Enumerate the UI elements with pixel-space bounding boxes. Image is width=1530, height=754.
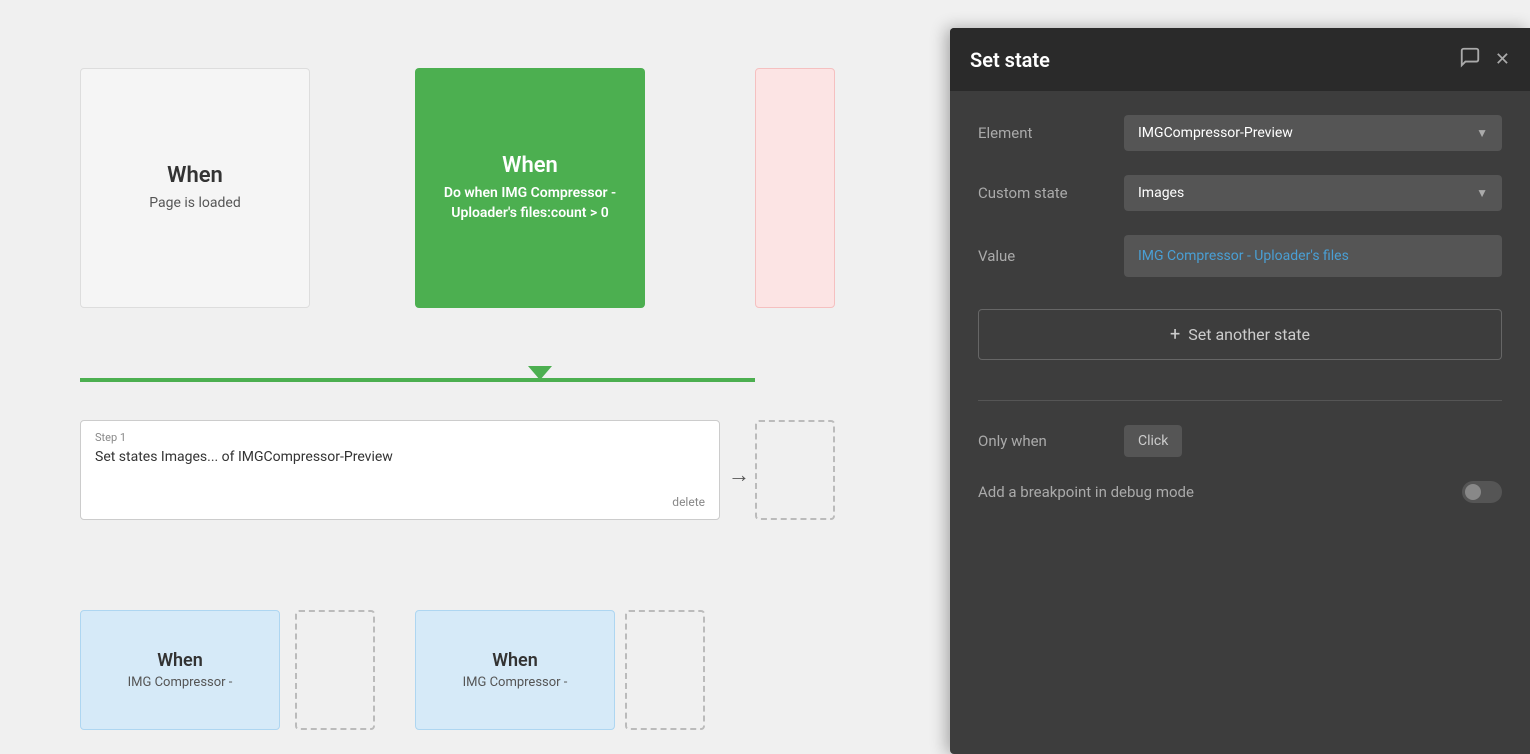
value-field-row: Value IMG Compressor - Uploader's files bbox=[978, 235, 1502, 277]
when-card-partial bbox=[755, 68, 835, 308]
value-text: IMG Compressor - Uploader's files bbox=[1138, 248, 1349, 264]
card-when-label-1: When bbox=[167, 163, 223, 188]
card-desc-1: Page is loaded bbox=[149, 194, 240, 214]
card-desc-2: Do when IMG Compressor - Uploader's file… bbox=[431, 184, 629, 223]
custom-state-dropdown-value: Images bbox=[1138, 185, 1184, 201]
connector-arrow bbox=[528, 366, 552, 380]
element-dropdown-value: IMGCompressor-Preview bbox=[1138, 125, 1293, 141]
element-field-row: Element IMGCompressor-Preview ▼ bbox=[978, 115, 1502, 151]
only-when-value[interactable]: Click bbox=[1124, 425, 1182, 457]
custom-state-label: Custom state bbox=[978, 184, 1108, 202]
panel-header-icons: ✕ bbox=[1459, 46, 1510, 73]
when-card-page-loaded[interactable]: When Page is loaded bbox=[80, 68, 310, 308]
card-bottom-desc-2: IMG Compressor - bbox=[463, 675, 568, 690]
set-another-state-button[interactable]: + Set another state bbox=[978, 309, 1502, 360]
step-arrow-icon: → bbox=[728, 462, 750, 488]
panel-header: Set state ✕ bbox=[950, 28, 1530, 91]
card-bottom-desc-1: IMG Compressor - bbox=[128, 675, 233, 690]
breakpoint-row: Add a breakpoint in debug mode bbox=[978, 481, 1502, 503]
card-bottom-label-2: When bbox=[492, 650, 538, 671]
element-field-label: Element bbox=[978, 124, 1108, 142]
close-icon[interactable]: ✕ bbox=[1495, 49, 1510, 70]
breakpoint-toggle[interactable] bbox=[1462, 481, 1502, 503]
card-when-label-2: When bbox=[502, 153, 558, 178]
dashed-box-bottom-2[interactable] bbox=[625, 610, 705, 730]
panel-title: Set state bbox=[970, 48, 1050, 72]
dashed-box-next-step[interactable] bbox=[755, 420, 835, 520]
only-when-row: Only when Click bbox=[978, 425, 1502, 457]
set-another-state-label: Set another state bbox=[1188, 325, 1310, 344]
canvas-area: When Page is loaded When Do when IMG Com… bbox=[0, 0, 1530, 754]
custom-state-field-row: Custom state Images ▼ bbox=[978, 175, 1502, 211]
step-delete-link[interactable]: delete bbox=[672, 495, 705, 509]
card-bottom-label-1: When bbox=[157, 650, 203, 671]
plus-icon: + bbox=[1170, 324, 1180, 345]
element-dropdown[interactable]: IMGCompressor-Preview ▼ bbox=[1124, 115, 1502, 151]
step-label: Step 1 bbox=[95, 431, 705, 444]
value-box[interactable]: IMG Compressor - Uploader's files bbox=[1124, 235, 1502, 277]
connector-line bbox=[80, 378, 755, 382]
custom-state-dropdown-arrow: ▼ bbox=[1476, 186, 1488, 200]
breakpoint-label: Add a breakpoint in debug mode bbox=[978, 483, 1194, 501]
step-box[interactable]: Step 1 Set states Images... of IMGCompre… bbox=[80, 420, 720, 520]
when-card-img-compressor[interactable]: When Do when IMG Compressor - Uploader's… bbox=[415, 68, 645, 308]
dashed-box-bottom-1[interactable] bbox=[295, 610, 375, 730]
value-label: Value bbox=[978, 247, 1108, 265]
only-when-label: Only when bbox=[978, 432, 1108, 450]
comment-icon[interactable] bbox=[1459, 46, 1481, 73]
custom-state-dropdown[interactable]: Images ▼ bbox=[1124, 175, 1502, 211]
panel-body: Element IMGCompressor-Preview ▼ Custom s… bbox=[950, 91, 1530, 754]
set-state-panel: Set state ✕ Element IMGCompressor-Previe… bbox=[950, 28, 1530, 754]
breakpoint-toggle-knob bbox=[1465, 484, 1481, 500]
when-card-bottom-1[interactable]: When IMG Compressor - bbox=[80, 610, 280, 730]
step-description: Set states Images... of IMGCompressor-Pr… bbox=[95, 448, 705, 468]
panel-divider bbox=[978, 400, 1502, 401]
element-dropdown-arrow: ▼ bbox=[1476, 126, 1488, 140]
when-card-bottom-2[interactable]: When IMG Compressor - bbox=[415, 610, 615, 730]
